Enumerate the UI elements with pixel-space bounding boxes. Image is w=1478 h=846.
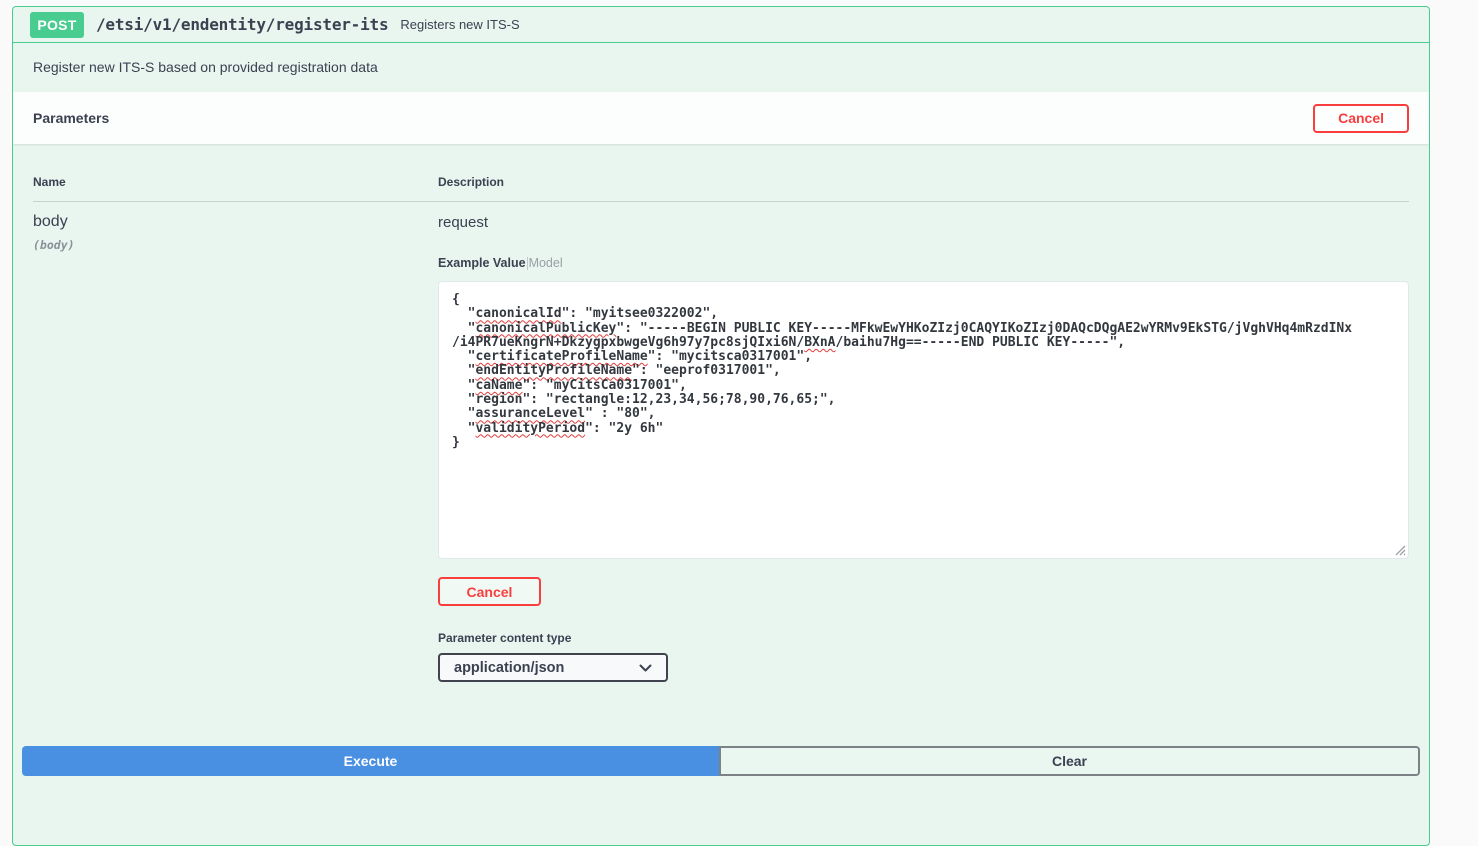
parameters-title: Parameters <box>33 110 109 126</box>
cancel-operation-button[interactable]: Cancel <box>1313 104 1409 133</box>
cancel-edit-button[interactable]: Cancel <box>438 577 541 606</box>
endpoint-path: /etsi/v1/endentity/register-its <box>96 15 388 34</box>
parameters-section-header: Parameters Cancel <box>13 92 1429 144</box>
parameter-description-cell: request Example Value Model { "canonical… <box>438 213 1409 682</box>
parameter-type: (body) <box>33 238 438 252</box>
content-type-select[interactable]: application/json <box>438 653 668 682</box>
body-editor-text[interactable]: { "canonicalId": "myitsee0322002", "cano… <box>452 293 1395 450</box>
description-column-header: Description <box>438 175 1409 189</box>
model-tabs: Example Value Model <box>438 256 1409 270</box>
resize-grip-icon[interactable] <box>1394 544 1406 556</box>
post-endpoint-panel: POST /etsi/v1/endentity/register-its Reg… <box>12 6 1430 846</box>
endpoint-description: Register new ITS-S based on provided reg… <box>13 43 1429 92</box>
parameter-row: body (body) request Example Value Model … <box>33 202 1409 682</box>
tab-model[interactable]: Model <box>529 256 563 270</box>
clear-button[interactable]: Clear <box>719 746 1420 776</box>
parameter-name: body <box>33 213 438 231</box>
parameter-name-cell: body (body) <box>33 213 438 682</box>
parameters-table-header: Name Description <box>33 163 1409 202</box>
tab-example-value[interactable]: Example Value <box>438 256 526 270</box>
content-type-label: Parameter content type <box>438 631 1409 645</box>
endpoint-summary-bar[interactable]: POST /etsi/v1/endentity/register-its Reg… <box>13 7 1429 43</box>
endpoint-summary: Registers new ITS-S <box>400 17 519 32</box>
name-column-header: Name <box>33 175 438 189</box>
execute-bar: Execute Clear <box>13 746 1429 776</box>
execute-button[interactable]: Execute <box>22 746 719 776</box>
http-method-badge: POST <box>30 12 84 38</box>
parameter-description: request <box>438 213 1409 231</box>
body-editor[interactable]: { "canonicalId": "myitsee0322002", "cano… <box>438 281 1409 559</box>
chevron-down-icon <box>639 664 652 672</box>
content-type-value: application/json <box>454 660 564 676</box>
parameters-table: Name Description body (body) request Exa… <box>13 144 1429 682</box>
tab-divider <box>527 257 528 270</box>
